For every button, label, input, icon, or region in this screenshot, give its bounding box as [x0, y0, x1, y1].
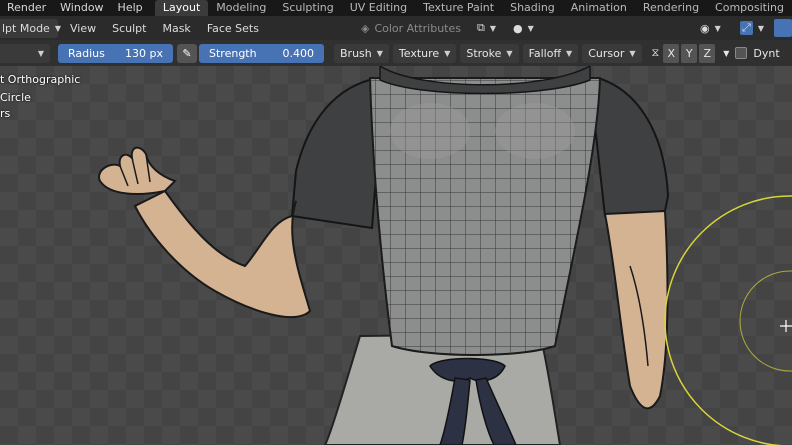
- menu-mask[interactable]: Mask: [154, 22, 198, 35]
- chevron-down-icon: ▼: [629, 48, 636, 58]
- falloff-dropdown[interactable]: Falloff ▼: [522, 43, 579, 63]
- sleeve-left: [290, 76, 382, 230]
- tab-texture-paint[interactable]: Texture Paint: [415, 0, 502, 16]
- gizmo-dropdown[interactable]: ⤢ ▼: [734, 18, 770, 38]
- mode-label: lpt Mode: [2, 21, 50, 35]
- cursor-dropdown[interactable]: Cursor ▼: [582, 43, 642, 63]
- color-attributes-button[interactable]: ◈ Color Attributes: [355, 19, 467, 38]
- cursor-dropdown-label: Cursor: [588, 46, 625, 60]
- eye-icon: ◉: [700, 21, 710, 35]
- visibility-dropdown[interactable]: ◉ ▼: [694, 18, 730, 38]
- menu-help[interactable]: Help: [111, 0, 150, 16]
- chevron-down-icon: ▼: [54, 23, 61, 33]
- color-attributes-icon: ◈: [360, 21, 370, 35]
- mode-selector[interactable]: lpt Mode ▼: [0, 18, 61, 38]
- view-name-label: t Orthographic: [0, 73, 81, 86]
- tab-animation[interactable]: Animation: [563, 0, 635, 16]
- stroke-dropdown[interactable]: Stroke ▼: [460, 43, 519, 63]
- tab-layout[interactable]: Layout: [154, 0, 209, 16]
- texture-dropdown[interactable]: Texture ▼: [392, 43, 457, 63]
- menu-render[interactable]: Render: [0, 0, 53, 16]
- top-menu-bar: Render Window Help Layout Modeling Sculp…: [0, 0, 792, 16]
- stats-label: rs: [0, 107, 11, 120]
- arm-left: [133, 189, 312, 319]
- menu-window[interactable]: Window: [53, 0, 110, 16]
- sleeve-right: [593, 76, 670, 218]
- hand: [98, 146, 177, 195]
- tab-uv-editing[interactable]: UV Editing: [342, 0, 415, 16]
- axis-y-toggle[interactable]: Y: [681, 43, 698, 63]
- symmetry-dropdown[interactable]: ⧉ ▼: [470, 18, 503, 38]
- 3d-viewport[interactable]: t Orthographic Circle rs: [0, 66, 792, 445]
- axis-z-toggle[interactable]: Z: [699, 43, 716, 63]
- menu-face-sets[interactable]: Face Sets: [199, 22, 267, 35]
- brush-selector[interactable]: ▼: [0, 43, 50, 63]
- tab-rendering[interactable]: Rendering: [635, 0, 707, 16]
- brush-dropdown-label: Brush: [340, 46, 372, 60]
- chevron-down-icon: ▼: [757, 23, 764, 33]
- dyntopo-checkbox[interactable]: [735, 47, 748, 59]
- stroke-dropdown-label: Stroke: [466, 46, 502, 60]
- viewport-canvas: [98, 66, 792, 445]
- crosshair-icon: [780, 320, 792, 332]
- chevron-down-icon: ▼: [376, 48, 383, 58]
- pressure-pen-icon[interactable]: ✎: [177, 43, 197, 63]
- chevron-down-icon: ▼: [566, 48, 573, 58]
- tab-compositing[interactable]: Compositing: [707, 0, 792, 16]
- chevron-down-icon: ▼: [527, 23, 534, 33]
- tab-sculpting[interactable]: Sculpting: [274, 0, 341, 16]
- brush-dropdown[interactable]: Brush ▼: [334, 43, 389, 63]
- strength-slider[interactable]: Strength 0.400: [199, 43, 324, 63]
- symmetry-icon: ⧉: [476, 21, 485, 34]
- chevron-down-icon: ▼: [444, 48, 451, 58]
- falloff-dropdown-label: Falloff: [528, 46, 562, 60]
- chevron-down-icon: ▼: [489, 23, 496, 33]
- belt-knot: [429, 357, 506, 382]
- brush-cursor-outer: [664, 195, 792, 445]
- texture-dropdown-label: Texture: [398, 46, 440, 60]
- brush-cursor-inner: [739, 270, 792, 372]
- mirror-icon: ⧖: [651, 46, 660, 59]
- viewport-header: lpt Mode ▼ View Sculpt Mask Face Sets ◈ …: [0, 16, 792, 40]
- strength-value: 0.400: [282, 46, 315, 60]
- axis-x-toggle[interactable]: X: [663, 43, 680, 63]
- chevron-down-icon[interactable]: ▼: [723, 49, 729, 58]
- chevron-down-icon: ▼: [506, 48, 513, 58]
- menu-view[interactable]: View: [62, 22, 104, 35]
- color-attributes-label: Color Attributes: [374, 21, 461, 35]
- tab-modeling[interactable]: Modeling: [208, 0, 274, 16]
- gizmo-icon: ⤢: [740, 21, 753, 35]
- radius-value: 130 px: [125, 46, 163, 60]
- object-name-label: Circle: [0, 91, 31, 104]
- chevron-down-icon: ▼: [37, 48, 44, 58]
- arm-right: [603, 209, 669, 410]
- tool-settings-bar: ▼ Radius 130 px ✎ Strength 0.400 Brush ▼…: [0, 40, 792, 66]
- dyntopo-label: Dynt: [753, 46, 780, 60]
- strength-label: Strength: [209, 46, 257, 60]
- tab-shading[interactable]: Shading: [502, 0, 563, 16]
- chevron-down-icon: ▼: [714, 23, 721, 33]
- overlay-icon[interactable]: [774, 19, 792, 37]
- radius-slider[interactable]: Radius 130 px: [58, 43, 173, 63]
- sphere-icon: ●: [512, 21, 523, 35]
- radius-label: Radius: [68, 46, 105, 60]
- menu-sculpt[interactable]: Sculpt: [104, 22, 154, 35]
- shading-dropdown[interactable]: ● ▼: [506, 18, 539, 38]
